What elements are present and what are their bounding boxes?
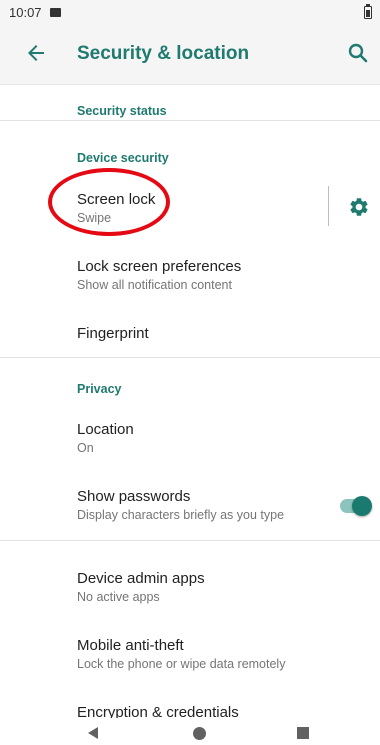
mobile-anti-theft-item[interactable]: Mobile anti-theft Lock the phone or wipe… — [0, 629, 380, 679]
device-admin-apps-subtitle: No active apps — [77, 590, 160, 604]
location-item[interactable]: Location On — [0, 413, 380, 463]
toggle-thumb — [352, 496, 372, 516]
status-bar: 10:07 — [0, 0, 380, 24]
show-passwords-subtitle: Display characters briefly as you type — [77, 508, 285, 522]
show-passwords-title: Show passwords — [77, 488, 191, 505]
mobile-anti-theft-title: Mobile anti-theft — [77, 637, 184, 654]
fingerprint-title: Fingerprint — [77, 325, 149, 342]
navigation-bar — [0, 718, 380, 745]
divider — [0, 357, 380, 358]
show-passwords-item[interactable]: Show passwords Display characters briefl… — [0, 480, 380, 530]
nav-back-icon[interactable] — [88, 727, 98, 739]
location-subtitle: On — [77, 441, 94, 455]
page-title: Security & location — [77, 43, 250, 64]
gear-icon[interactable] — [348, 196, 370, 218]
divider — [0, 120, 380, 121]
vertical-divider — [328, 186, 329, 226]
lock-screen-preferences-subtitle: Show all notification content — [77, 278, 232, 292]
back-arrow-icon[interactable] — [24, 41, 48, 65]
device-admin-apps-item[interactable]: Device admin apps No active apps — [0, 562, 380, 612]
encryption-credentials-item[interactable]: Encryption & credentials — [0, 696, 380, 718]
app-bar: Security & location — [0, 24, 380, 85]
section-device-security: Device security — [77, 151, 169, 165]
divider — [0, 540, 380, 541]
encryption-credentials-title: Encryption & credentials — [77, 704, 239, 718]
search-icon[interactable] — [346, 41, 370, 65]
lock-screen-preferences-item[interactable]: Lock screen preferences Show all notific… — [0, 250, 380, 300]
mobile-anti-theft-subtitle: Lock the phone or wipe data remotely — [77, 657, 286, 671]
fingerprint-item[interactable]: Fingerprint — [0, 316, 380, 356]
show-passwords-toggle[interactable] — [338, 494, 374, 518]
notification-icon — [49, 7, 61, 17]
device-admin-apps-title: Device admin apps — [77, 570, 205, 587]
highlight-ring — [48, 168, 170, 236]
lock-screen-preferences-title: Lock screen preferences — [77, 258, 242, 275]
battery-icon — [364, 4, 372, 19]
nav-home-icon[interactable] — [193, 727, 206, 740]
status-time: 10:07 — [9, 4, 42, 20]
location-title: Location — [77, 421, 134, 438]
section-privacy: Privacy — [77, 382, 122, 396]
section-security-status: Security status — [77, 104, 167, 118]
nav-recents-icon[interactable] — [297, 727, 309, 739]
